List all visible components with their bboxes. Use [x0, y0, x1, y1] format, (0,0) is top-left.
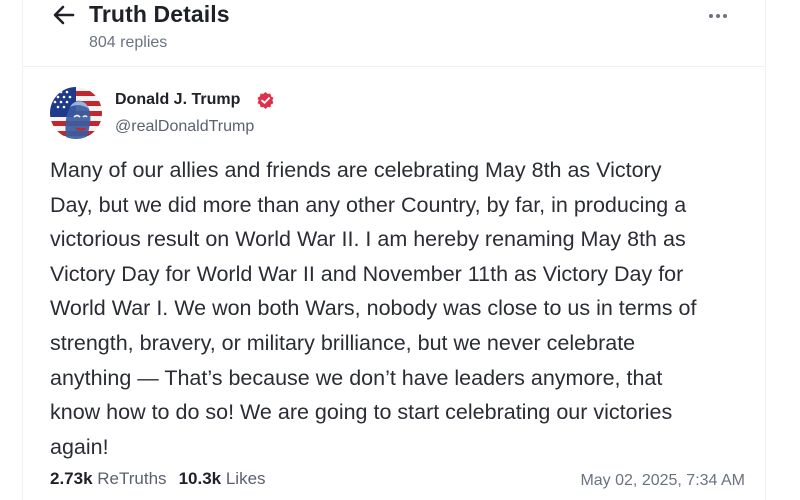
post-timestamp[interactable]: May 02, 2025, 7:34 AM — [580, 472, 745, 490]
more-options-button[interactable] — [701, 6, 735, 26]
page-header: Truth Details 804 replies — [23, 0, 765, 62]
post-body-text: Many of our allies and friends are celeb… — [50, 158, 697, 459]
author-handle[interactable]: @realDonaldTrump — [115, 118, 254, 136]
retruths-stat[interactable]: 2.73k ReTruths — [50, 469, 167, 489]
arrow-left-icon — [53, 5, 75, 25]
likes-label: Likes — [225, 469, 266, 488]
retruths-label: ReTruths — [97, 469, 167, 488]
likes-count: 10.3k — [178, 469, 222, 488]
avatar-image — [50, 87, 102, 139]
retruths-count: 2.73k — [50, 469, 93, 488]
page-title: Truth Details — [89, 1, 230, 27]
ellipsis-icon — [709, 14, 713, 18]
verified-badge-icon — [257, 91, 274, 109]
likes-stat[interactable]: 10.3k Likes — [179, 469, 266, 489]
truth-detail-panel: Truth Details 804 replies Donald J. Trum… — [22, 0, 766, 500]
author-name[interactable]: Donald J. Trump — [115, 91, 240, 109]
post-stats: 2.73k ReTruths 10.3k Likes — [50, 469, 278, 489]
avatar[interactable] — [50, 87, 102, 139]
header-divider — [23, 66, 765, 67]
back-button[interactable] — [51, 3, 77, 27]
replies-count: 804 replies — [89, 34, 168, 51]
